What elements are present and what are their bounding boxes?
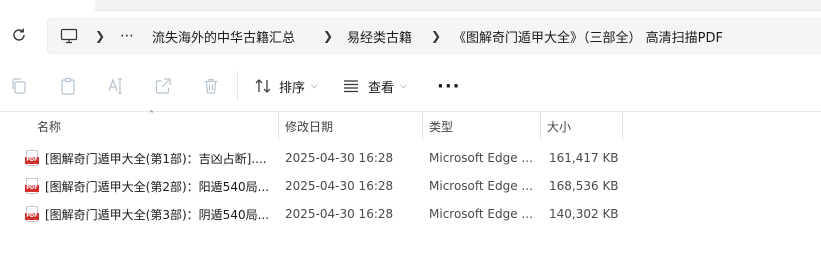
table-row[interactable]: PDF [图解奇门遁甲大全(第2部)：阳遁540局... 2025-04-30 …	[0, 172, 821, 200]
title-strip	[0, 0, 821, 12]
file-modified: 2025-04-30 16:28	[285, 207, 394, 221]
column-header-size[interactable]: 大小	[541, 112, 622, 140]
breadcrumb-item[interactable]: 流失海外的中华古籍汇总	[152, 19, 295, 53]
view-icon	[343, 79, 359, 93]
view-button[interactable]: 查看 ⌵	[343, 73, 407, 99]
pdf-file-icon: PDF	[25, 206, 39, 222]
chevron-down-icon: ⌵	[400, 81, 407, 91]
computer-icon[interactable]	[60, 19, 78, 53]
sort-icon	[254, 78, 272, 94]
file-name-cell: PDF [图解奇门遁甲大全(第3部)：阴遁540局...	[25, 200, 270, 228]
sort-button[interactable]: 排序 ⌵	[254, 73, 318, 99]
column-header-modified[interactable]: 修改日期	[279, 112, 422, 140]
copy-icon[interactable]	[9, 76, 29, 96]
file-name: [图解奇门遁甲大全(第2部)：阳遁540局...	[45, 179, 270, 194]
address-row: ❯ ⋯ 流失海外的中华古籍汇总 ❯ 易经类古籍 ❯ 《图解奇门遁甲大全》（三部全…	[0, 12, 821, 60]
breadcrumb-overflow[interactable]: ⋯	[120, 19, 134, 53]
file-size: 140,302 KB	[549, 207, 619, 221]
file-name-cell: PDF [图解奇门遁甲大全(第2部)：阳遁540局...	[25, 172, 270, 200]
share-icon[interactable]	[153, 76, 173, 96]
more-options-button[interactable]: ···	[437, 73, 461, 99]
command-bar: 排序 ⌵ 查看 ⌵ ···	[0, 60, 821, 112]
column-divider[interactable]	[622, 112, 623, 140]
chevron-down-icon: ⌵	[311, 81, 318, 91]
toolbar-divider	[237, 71, 238, 101]
tab-strip	[95, 0, 821, 11]
sort-label: 排序	[279, 80, 306, 96]
pdf-file-icon: PDF	[25, 178, 39, 194]
delete-icon[interactable]	[201, 76, 221, 96]
breadcrumb-item-current[interactable]: 《图解奇门遁甲大全》（三部全） 高清扫描PDF	[453, 19, 723, 53]
chevron-right-icon[interactable]: ❯	[95, 19, 105, 53]
breadcrumb-item[interactable]: 易经类古籍	[347, 19, 412, 53]
file-name: [图解奇门遁甲大全(第1部)：吉凶占断]....	[45, 151, 267, 166]
table-row[interactable]: PDF [图解奇门遁甲大全(第3部)：阴遁540局... 2025-04-30 …	[0, 200, 821, 228]
column-header-type[interactable]: 类型	[423, 112, 540, 140]
rename-icon[interactable]	[106, 76, 126, 96]
refresh-icon[interactable]	[8, 24, 30, 46]
column-header-row: ˄ 名称 修改日期 类型 大小	[0, 110, 821, 140]
file-name: [图解奇门遁甲大全(第3部)：阴遁540局...	[45, 207, 270, 222]
chevron-right-icon[interactable]: ❯	[323, 19, 333, 53]
file-name-cell: PDF [图解奇门遁甲大全(第1部)：吉凶占断]....	[25, 144, 270, 172]
file-type: Microsoft Edge ...	[429, 151, 533, 165]
file-size: 168,536 KB	[549, 179, 619, 193]
file-modified: 2025-04-30 16:28	[285, 179, 394, 193]
view-label: 查看	[368, 80, 395, 96]
file-type: Microsoft Edge ...	[429, 207, 533, 221]
chevron-right-icon[interactable]: ❯	[431, 19, 441, 53]
file-type: Microsoft Edge ...	[429, 179, 533, 193]
column-header-name[interactable]: 名称	[31, 112, 278, 140]
pdf-file-icon: PDF	[25, 150, 39, 166]
file-modified: 2025-04-30 16:28	[285, 151, 394, 165]
table-row[interactable]: PDF [图解奇门遁甲大全(第1部)：吉凶占断].... 2025-04-30 …	[0, 144, 821, 172]
paste-icon[interactable]	[58, 76, 78, 96]
file-size: 161,417 KB	[549, 151, 619, 165]
address-bar[interactable]: ❯ ⋯ 流失海外的中华古籍汇总 ❯ 易经类古籍 ❯ 《图解奇门遁甲大全》（三部全…	[47, 18, 821, 54]
